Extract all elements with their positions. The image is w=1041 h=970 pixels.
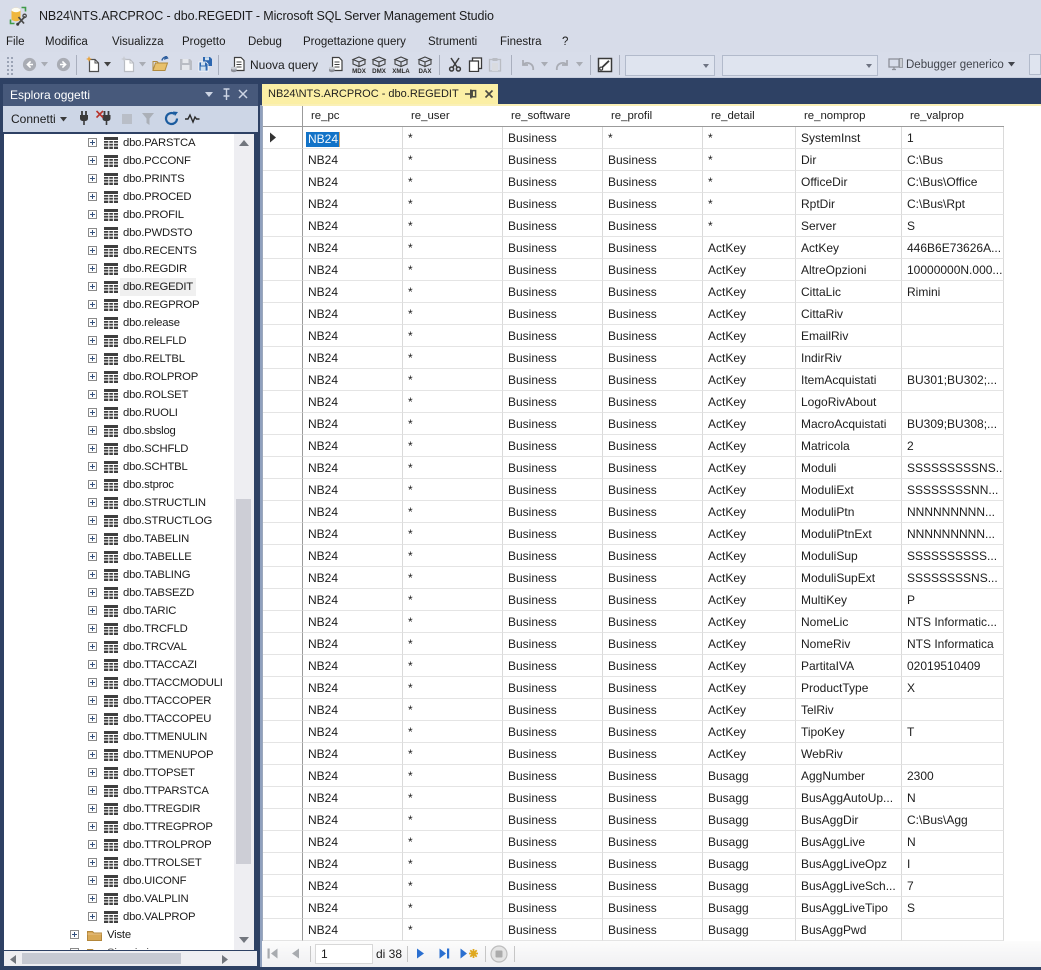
svg-text:MDX: MDX: [352, 68, 367, 74]
svg-text:DMX: DMX: [372, 68, 387, 74]
svg-text:DAX: DAX: [418, 68, 432, 74]
svg-text:XMLA: XMLA: [392, 68, 410, 74]
